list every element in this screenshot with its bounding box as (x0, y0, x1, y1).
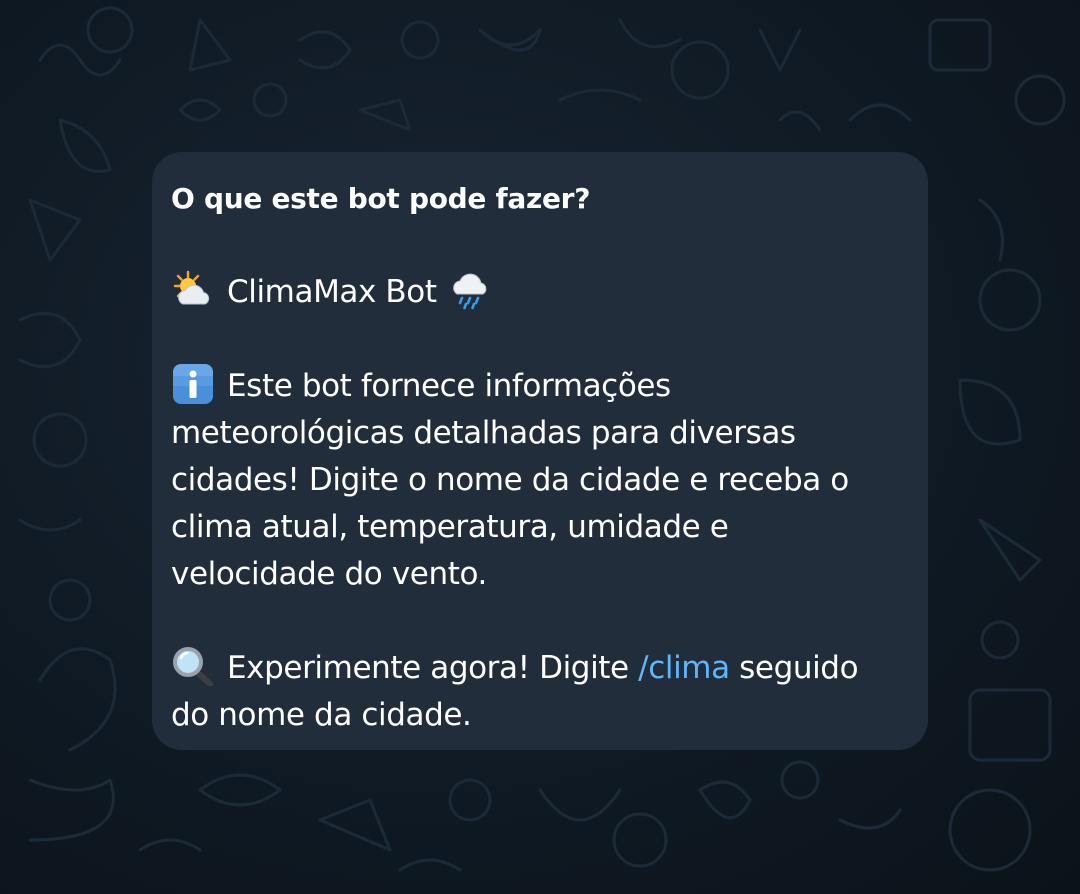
description-line: velocidade do vento. (171, 556, 487, 592)
description-line: clima atual, temperatura, umidade e (171, 509, 729, 545)
bot-name: ClimaMax Bot (227, 274, 437, 310)
clima-command-link[interactable]: /clima (638, 650, 730, 686)
cloud-with-rain-icon (452, 273, 486, 310)
tip-line: do nome da cidade. (171, 697, 472, 733)
tip-text-suffix: seguido (729, 650, 859, 686)
information-icon (173, 364, 213, 404)
bot-info-card: O que este bot pode fazer? ClimaMax Bot (152, 152, 928, 750)
description-line: cidades! Digite o nome da cidade e receb… (171, 462, 849, 498)
description-line: meteorológicas detalhadas para diversas (171, 415, 796, 451)
sun-behind-cloud-icon (173, 270, 210, 305)
bot-name-line: ClimaMax Bot (171, 269, 908, 316)
card-title: O que este bot pode fazer? (171, 182, 591, 215)
description-text: Este bot fornece informações (227, 368, 671, 404)
tip-text: Experimente agora! Digite (227, 650, 639, 686)
tip-line: Experimente agora! Digite /clima seguido (171, 645, 908, 692)
magnifying-glass-icon (173, 647, 213, 686)
description-line: Este bot fornece informações (171, 363, 908, 410)
